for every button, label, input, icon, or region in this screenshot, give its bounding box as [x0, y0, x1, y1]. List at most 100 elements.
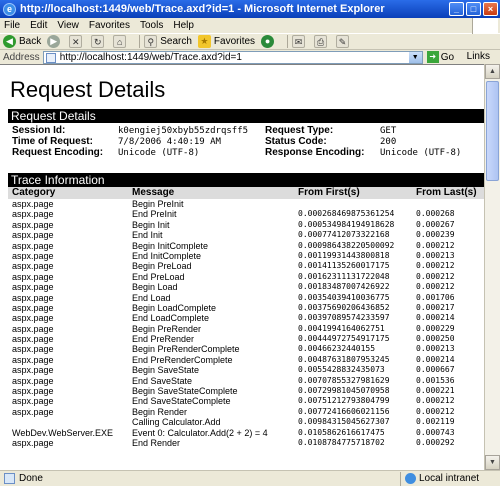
- table-cell: aspx.page: [12, 240, 54, 251]
- table-cell: End PreLoad: [132, 271, 185, 282]
- edit-icon: ✎: [336, 35, 350, 48]
- table-cell: 0.000250: [416, 334, 455, 344]
- edit-button[interactable]: ✎: [336, 35, 352, 48]
- chevron-down-icon[interactable]: ▼: [408, 51, 422, 63]
- table-cell: End Render: [132, 437, 181, 448]
- detail-value: k0engiej50xbyb55zdrqsff5: [118, 126, 249, 136]
- table-cell: aspx.page: [12, 282, 54, 293]
- table-row: aspx.page Begin Init 0.000534984194918628 0…: [8, 220, 484, 230]
- go-button[interactable]: ➜ Go: [426, 51, 454, 63]
- status-bar: Done Local intranet: [0, 470, 500, 486]
- home-icon: ⌂: [113, 35, 127, 48]
- security-zone: Local intranet: [400, 471, 500, 486]
- table-cell: 0.00375690206436852: [298, 302, 390, 312]
- scroll-thumb[interactable]: [486, 81, 499, 181]
- scroll-down-icon[interactable]: ▼: [485, 455, 500, 470]
- table-cell: 0.00487631807953245: [298, 354, 390, 364]
- table-cell: 0.000239: [416, 230, 455, 240]
- table-cell: Event 0: Calculator.Add(2 + 2) = 4: [132, 427, 268, 438]
- media-icon: ●: [261, 35, 275, 48]
- forward-button[interactable]: ▶: [47, 35, 63, 48]
- table-cell: aspx.page: [12, 375, 54, 386]
- back-arrow-icon: ◀: [3, 35, 16, 48]
- table-cell: 0.000212: [416, 261, 455, 271]
- table-cell: Begin Init: [132, 219, 170, 230]
- table-row: aspx.page End PreInit 0.000268469875361254…: [8, 209, 484, 219]
- table-cell: aspx.page: [12, 230, 54, 241]
- detail-key: Request Type:: [265, 125, 334, 136]
- table-cell: 0.0055428832435073: [298, 365, 385, 375]
- table-cell: aspx.page: [12, 386, 54, 397]
- menu-favorites[interactable]: Favorites: [89, 20, 130, 31]
- search-button[interactable]: ⚲ Search: [144, 35, 192, 48]
- table-cell: Begin SaveState: [132, 365, 200, 376]
- intranet-icon: [405, 473, 416, 484]
- detail-key: Session Id:: [12, 125, 66, 136]
- table-cell: 0.000267: [416, 219, 455, 229]
- table-cell: 0.00707855327981629: [298, 375, 390, 385]
- table-row: aspx.page Begin InitComplete 0.00098643822…: [8, 241, 484, 251]
- table-row: aspx.page Begin SaveStateComplete 0.007299…: [8, 386, 484, 396]
- menu-file[interactable]: File: [4, 20, 20, 31]
- table-row: aspx.page End PreRenderComplete 0.00487631…: [8, 355, 484, 365]
- back-button[interactable]: ◀ Back: [3, 35, 41, 48]
- favorites-button[interactable]: ★ Favorites: [197, 35, 255, 48]
- mail-button[interactable]: ✉: [292, 35, 308, 48]
- links-button[interactable]: Links: [467, 51, 490, 62]
- table-cell: 0.002119: [416, 417, 455, 427]
- table-cell: 0.000212: [416, 271, 455, 281]
- table-row: aspx.page Begin PreRender 0.00419941640627…: [8, 324, 484, 334]
- menu-help[interactable]: Help: [173, 20, 194, 31]
- page-icon: [45, 52, 56, 63]
- table-row: aspx.page End PreLoad 0.00162311131722048 0…: [8, 272, 484, 282]
- detail-key: Status Code:: [265, 136, 327, 147]
- table-cell: Begin PreRenderComplete: [132, 344, 240, 355]
- refresh-icon: ↻: [91, 35, 105, 48]
- home-button[interactable]: ⌂: [113, 35, 129, 48]
- toolbar-divider: [139, 35, 141, 48]
- table-cell: 0.000268: [416, 209, 455, 219]
- menu-edit[interactable]: Edit: [30, 20, 47, 31]
- table-cell: Begin Render: [132, 406, 188, 417]
- close-button[interactable]: ×: [483, 2, 498, 16]
- detail-value: 200: [380, 137, 397, 147]
- table-cell: 0.000212: [416, 396, 455, 406]
- vertical-scrollbar[interactable]: ▲ ▼: [484, 64, 500, 470]
- table-cell: End Load: [132, 292, 171, 303]
- menu-view[interactable]: View: [57, 20, 79, 31]
- window-controls: _ □ ×: [449, 2, 498, 16]
- menu-tools[interactable]: Tools: [140, 20, 163, 31]
- table-cell: 0.0105862616617475: [298, 427, 385, 437]
- table-row: aspx.page End PreRender 0.0044497275491717…: [8, 334, 484, 344]
- ie-icon: e: [3, 2, 16, 16]
- go-arrow-icon: ➜: [426, 51, 439, 63]
- table-cell: aspx.page: [12, 344, 54, 355]
- table-cell: 0.0041994164062751: [298, 323, 385, 333]
- table-cell: aspx.page: [12, 334, 54, 345]
- table-cell: 0.00077412073322168: [298, 230, 390, 240]
- address-input[interactable]: http://localhost:1449/web/Trace.axd?id=1…: [42, 50, 423, 64]
- print-button[interactable]: ⎙: [314, 35, 330, 48]
- refresh-button[interactable]: ↻: [91, 35, 107, 48]
- status-text: Done: [19, 473, 43, 484]
- table-cell: 0.00466232440155: [298, 344, 376, 354]
- table-cell: aspx.page: [12, 302, 54, 313]
- table-cell: aspx.page: [12, 271, 54, 282]
- search-icon: ⚲: [144, 35, 158, 48]
- scroll-up-icon[interactable]: ▲: [485, 64, 500, 79]
- stop-button[interactable]: ✕: [69, 35, 85, 48]
- table-cell: aspx.page: [12, 219, 54, 230]
- table-cell: 0.000221: [416, 386, 455, 396]
- menu-bar: File Edit View Favorites Tools Help: [0, 18, 500, 34]
- minimize-button[interactable]: _: [449, 2, 464, 16]
- media-button[interactable]: ●: [261, 35, 277, 48]
- maximize-button[interactable]: □: [466, 2, 481, 16]
- table-row: aspx.page Begin SaveState 0.00554288324350…: [8, 365, 484, 375]
- page-title: Request Details: [10, 77, 166, 102]
- table-cell: End SaveStateComplete: [132, 396, 231, 407]
- table-cell: 0.00141135260017175: [298, 261, 390, 271]
- table-cell: 0.000534984194918628: [298, 219, 395, 229]
- toolbar-divider: [287, 35, 289, 48]
- table-cell: 0.00444972754917175: [298, 334, 390, 344]
- detail-value: GET: [380, 126, 397, 136]
